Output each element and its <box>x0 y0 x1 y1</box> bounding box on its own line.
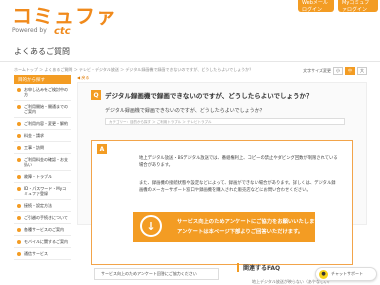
cta-line-1: サービス向上のためアンケートにご協力をお願いいたします。 <box>177 219 325 225</box>
font-size-small-button[interactable]: 小 <box>333 67 343 75</box>
heading-bar <box>237 263 239 272</box>
sidebar-item-billing[interactable]: 料金・請求 <box>14 130 71 142</box>
related-faq-heading: 関連するFAQ <box>237 263 280 272</box>
font-size-control: 文字サイズ変更 小 中 大 <box>303 67 367 75</box>
question-text: デジタル録画機で録画できないのですが、どうしたらよいでしょうか？ <box>105 108 265 114</box>
question-badge: Q <box>91 90 101 100</box>
bullet-icon <box>17 174 21 179</box>
answer-paragraph-1: 地上デジタル放送・BSデジタル放送では、番組権利上、コピーの禁止やダビング回数が… <box>139 156 338 168</box>
bullet-icon <box>17 157 21 162</box>
sidebar-item-construction[interactable]: 工事・訪問 <box>14 142 71 154</box>
sidebar-item-start[interactable]: ご利用開始・開通までのご案内 <box>14 101 71 118</box>
answer-badge: A <box>97 144 107 154</box>
bullet-icon <box>17 251 21 256</box>
brand-name: コミュファ <box>12 4 117 28</box>
back-link[interactable]: ◀ 戻る <box>77 75 89 81</box>
sidebar-item-id[interactable]: ID・パスワード・Myコミュファ登録 <box>14 183 71 200</box>
related-faq-title: 関連するFAQ <box>243 265 281 272</box>
mycommufa-login-button[interactable]: Myコミュファログイン <box>338 0 378 13</box>
bullet-icon <box>17 133 21 138</box>
bullet-icon <box>17 104 21 109</box>
answer-paragraph-2: また、録画機の接続状態や設定などによって、録画ができない場合があります。詳しくは… <box>139 181 336 193</box>
bullet-icon <box>17 186 21 191</box>
powered-by: Powered by <box>12 27 47 34</box>
sidebar-item-comm[interactable]: 通信サービス <box>14 248 71 260</box>
sidebar-item-moving[interactable]: ご引越の手続きについて <box>14 212 71 224</box>
bullet-icon <box>17 215 21 220</box>
bullet-icon <box>17 145 21 150</box>
font-size-medium-button[interactable]: 中 <box>345 67 355 75</box>
chat-character-icon: ● <box>319 269 328 279</box>
page-title-bar: よくあるご質問 <box>0 44 380 62</box>
sidebar-item-contract[interactable]: ご利用内容・変更・解約 <box>14 118 71 130</box>
survey-box[interactable]: サービス向上のためアンケート回答にご協力ください <box>94 268 219 280</box>
bullet-icon <box>17 227 21 232</box>
comufa-logo[interactable]: コミュファ Powered by ctc <box>12 6 162 42</box>
arrow-down-icon: ↓ <box>140 215 162 237</box>
sidebar-item-payment[interactable]: ご利用料金の確認・お支払い <box>14 154 71 171</box>
font-size-label: 文字サイズ変更 <box>303 68 331 73</box>
question-category[interactable]: カテゴリー：目的から探す ＞ ご利用トラブル ＞ テレビトラブル <box>105 118 345 125</box>
bullet-icon <box>17 203 21 208</box>
bullet-icon <box>17 87 21 92</box>
sidebar-item-setup[interactable]: 接続・設定方法 <box>14 200 71 212</box>
ctc-logo: ctc <box>54 26 71 37</box>
sidebar-item-consider[interactable]: お申し込みをご検討中の方 <box>14 84 71 101</box>
sidebar-item-mobile[interactable]: モバイルに関するご案内 <box>14 236 71 248</box>
bullet-icon <box>17 121 21 126</box>
survey-cta-button[interactable]: ↓ サービス向上のためアンケートにご協力をお願いいたします。 アンケートは本ペー… <box>133 212 324 242</box>
webmail-login-button[interactable]: Webメールログイン <box>298 0 334 13</box>
sidebar-item-trouble[interactable]: 故障・トラブル <box>14 171 71 183</box>
bullet-icon <box>17 239 21 244</box>
question-title: デジタル録画機で録画できないのですが、どうしたらよいでしょうか？ <box>105 92 313 100</box>
page-title: よくあるご質問 <box>14 47 70 56</box>
font-size-large-button[interactable]: 大 <box>357 67 367 75</box>
sidebar-item-services[interactable]: 各種サービスのご案内 <box>14 224 71 236</box>
chat-support-button[interactable]: ● チャットサポート <box>315 267 377 281</box>
question-header: Q デジタル録画機で録画できないのですが、どうしたらよいでしょうか？ <box>91 90 313 100</box>
sidebar-heading: 目的から探す <box>14 75 71 84</box>
chat-support-label: チャットサポート <box>331 271 363 276</box>
cta-line-2: アンケートは本ページ下部よりご回答いただけます。 <box>177 229 304 235</box>
sidebar: 目的から探す お申し込みをご検討中の方 ご利用開始・開通までのご案内 ご利用内容… <box>14 75 71 285</box>
